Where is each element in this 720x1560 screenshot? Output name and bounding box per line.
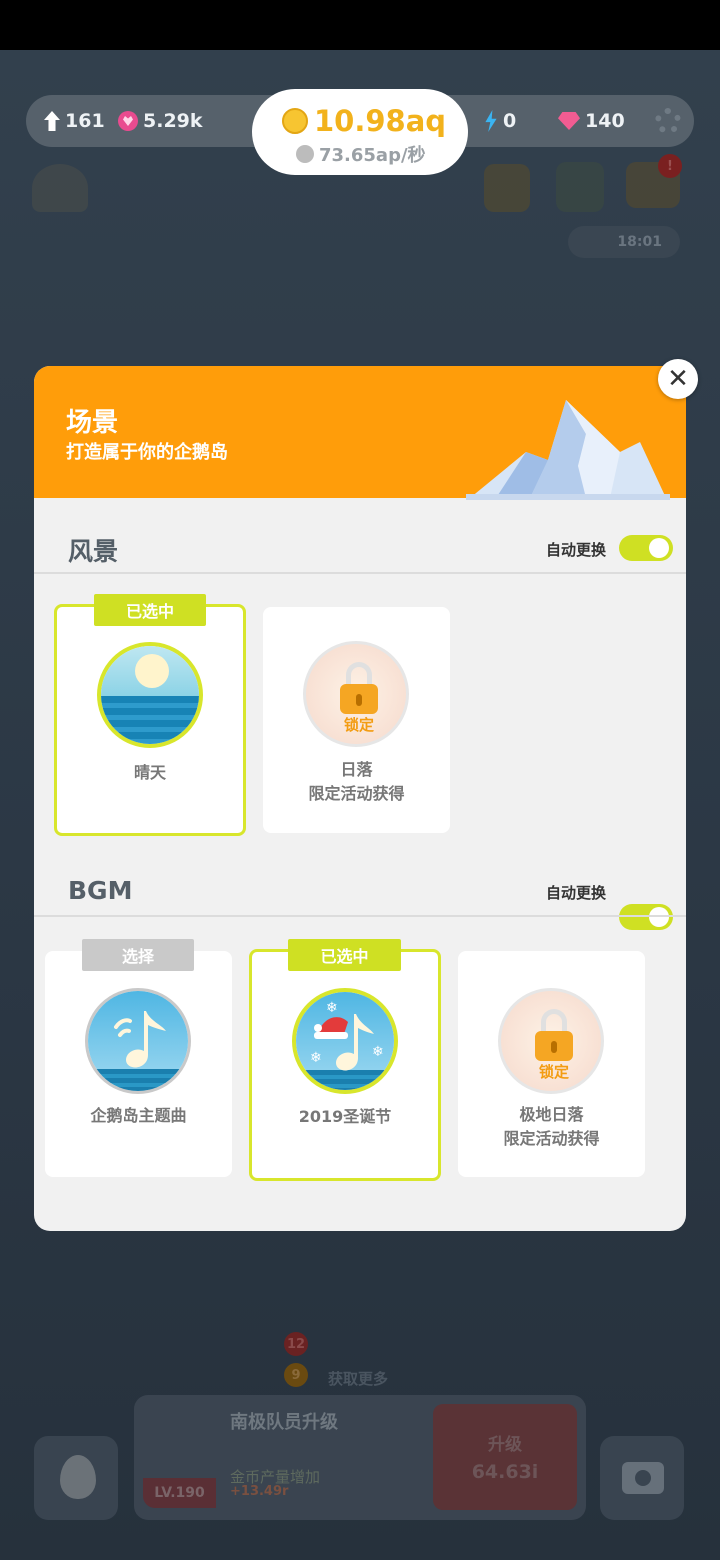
penguin-count: 161 <box>44 108 105 134</box>
energy-count: 0 <box>484 108 516 134</box>
scenery-name-sunny: 晴天 <box>133 763 166 782</box>
upgrade-title: 南极队员升级 <box>230 1412 338 1433</box>
bgm-name-polar-sunset: 极地日落 <box>519 1105 584 1124</box>
status-bar <box>0 0 720 50</box>
coin-icon <box>282 108 308 134</box>
scenery-auto-label: 自动更换 <box>546 541 607 559</box>
mountain-icon <box>466 400 670 500</box>
choose-tag[interactable]: 选择 <box>82 939 194 971</box>
scenery-name-sunset: 日落 <box>340 760 373 779</box>
modal-subtitle: 打造属于你的企鹅岛 <box>66 442 228 463</box>
egg-icon <box>60 1455 96 1499</box>
selected-tag-bgm: 已选中 <box>288 939 401 971</box>
theme-song-thumbnail <box>85 988 191 1094</box>
upgrade-delta: +13.49r <box>230 1484 289 1499</box>
event-timer: 18:01 <box>568 226 680 258</box>
music-note-icon <box>114 1011 166 1068</box>
scenery-note-sunset: 限定活动获得 <box>308 784 405 803</box>
bgm-note-polar-sunset: 限定活动获得 <box>503 1129 600 1148</box>
scenery-auto-toggle[interactable] <box>619 535 673 561</box>
bgm-divider <box>34 915 686 917</box>
svg-text:❄: ❄ <box>372 1044 384 1060</box>
scenery-card-sunny[interactable]: 晴天 <box>54 604 246 836</box>
bgm-card-theme[interactable]: 企鹅岛主题曲 <box>45 951 232 1177</box>
santa-music-note-icon: ❄ ❄ ❄ <box>310 1000 384 1071</box>
svg-text:❄: ❄ <box>310 1050 322 1066</box>
close-button[interactable]: ✕ <box>658 359 698 399</box>
bgm-name-christmas: 2019圣诞节 <box>298 1107 392 1126</box>
coin-rate-icon <box>296 145 314 163</box>
diamond-icon <box>558 112 580 130</box>
upgrade-button[interactable]: 升级 64.63i <box>433 1404 577 1510</box>
level-tag: LV.190 <box>143 1478 216 1508</box>
coin-rate: 73.65ap/秒 <box>296 141 426 167</box>
island-map-icon <box>32 164 88 212</box>
scenery-section-title: 风景 <box>68 537 119 566</box>
selected-tag: 已选中 <box>94 594 206 626</box>
settings-gear-icon[interactable] <box>655 108 681 134</box>
scene-modal: 场景 打造属于你的企鹅岛 风景 自动更换 晴天 已选中 锁定 日落 限定活动获得… <box>34 366 686 1231</box>
heart-count: 5.29k <box>118 108 203 134</box>
scenery-card-sunset[interactable]: 锁定 日落 限定活动获得 <box>263 607 450 833</box>
heart-icon <box>118 111 138 131</box>
bgm-section-title: BGM <box>68 876 133 905</box>
bgm-name-theme: 企鹅岛主题曲 <box>90 1106 187 1125</box>
svg-text:❄: ❄ <box>326 1000 338 1016</box>
polar-sunset-locked-thumbnail: 锁定 <box>498 988 604 1094</box>
scenery-divider <box>34 572 686 574</box>
task-list-icon <box>556 162 604 212</box>
christmas-song-thumbnail: ❄ ❄ ❄ <box>292 988 398 1094</box>
get-more-label: 获取更多 <box>328 1370 389 1388</box>
penguin-icon <box>44 111 60 131</box>
bgm-auto-toggle[interactable] <box>619 904 673 930</box>
camera-icon <box>622 1462 664 1494</box>
modal-title: 场景 <box>66 408 119 438</box>
bgm-card-christmas[interactable]: ❄ ❄ ❄ 2019圣诞节 <box>249 949 441 1181</box>
modal-header <box>34 366 686 500</box>
lightning-icon <box>485 110 497 132</box>
sunset-locked-thumbnail: 锁定 <box>303 641 409 747</box>
trophy-icon <box>484 164 530 212</box>
mail-alert-badge: ! <box>658 154 682 178</box>
close-icon: ✕ <box>667 364 689 394</box>
count-badge: 9 <box>284 1363 308 1387</box>
sunny-scene-thumbnail <box>97 642 203 748</box>
notification-badge: 12 <box>284 1332 308 1356</box>
coin-total: 10.98aq <box>282 104 446 138</box>
bgm-card-polar-sunset[interactable]: 锁定 极地日落 限定活动获得 <box>458 951 645 1177</box>
bgm-auto-label: 自动更换 <box>546 884 607 902</box>
diamond-count[interactable]: 140 <box>558 108 625 134</box>
